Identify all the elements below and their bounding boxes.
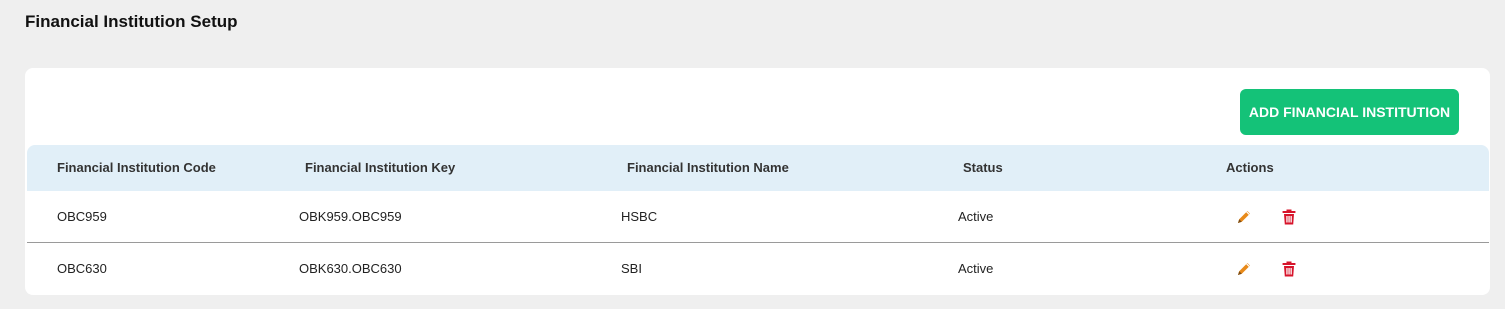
trash-icon[interactable] <box>1280 260 1298 278</box>
table-row: OBC630 OBK630.OBC630 SBI Active <box>27 243 1489 294</box>
cell-name: SBI <box>621 261 642 276</box>
trash-icon[interactable] <box>1280 208 1298 226</box>
column-header-status: Status <box>963 160 1003 175</box>
pencil-icon[interactable] <box>1235 208 1253 226</box>
page-title: Financial Institution Setup <box>25 12 238 31</box>
cell-name: HSBC <box>621 209 658 224</box>
cell-code: OBC959 <box>57 209 107 224</box>
cell-key: OBK630.OBC630 <box>299 261 402 276</box>
cell-code: OBC630 <box>57 261 107 276</box>
column-header-code: Financial Institution Code <box>57 160 216 175</box>
column-header-actions: Actions <box>1226 160 1274 175</box>
column-header-key: Financial Institution Key <box>305 160 456 175</box>
add-financial-institution-button[interactable]: ADD FINANCIAL INSTITUTION <box>1240 89 1459 135</box>
pencil-icon[interactable] <box>1235 260 1253 278</box>
institution-card: ADD FINANCIAL INSTITUTION Financial Inst… <box>25 68 1490 295</box>
institution-table: Financial Institution Code Financial Ins… <box>27 145 1489 294</box>
column-header-name: Financial Institution Name <box>627 160 789 175</box>
cell-key: OBK959.OBC959 <box>299 209 402 224</box>
table-header: Financial Institution Code Financial Ins… <box>27 145 1489 191</box>
cell-status: Active <box>958 209 994 224</box>
cell-status: Active <box>958 261 994 276</box>
table-row: OBC959 OBK959.OBC959 HSBC Active <box>27 191 1489 243</box>
